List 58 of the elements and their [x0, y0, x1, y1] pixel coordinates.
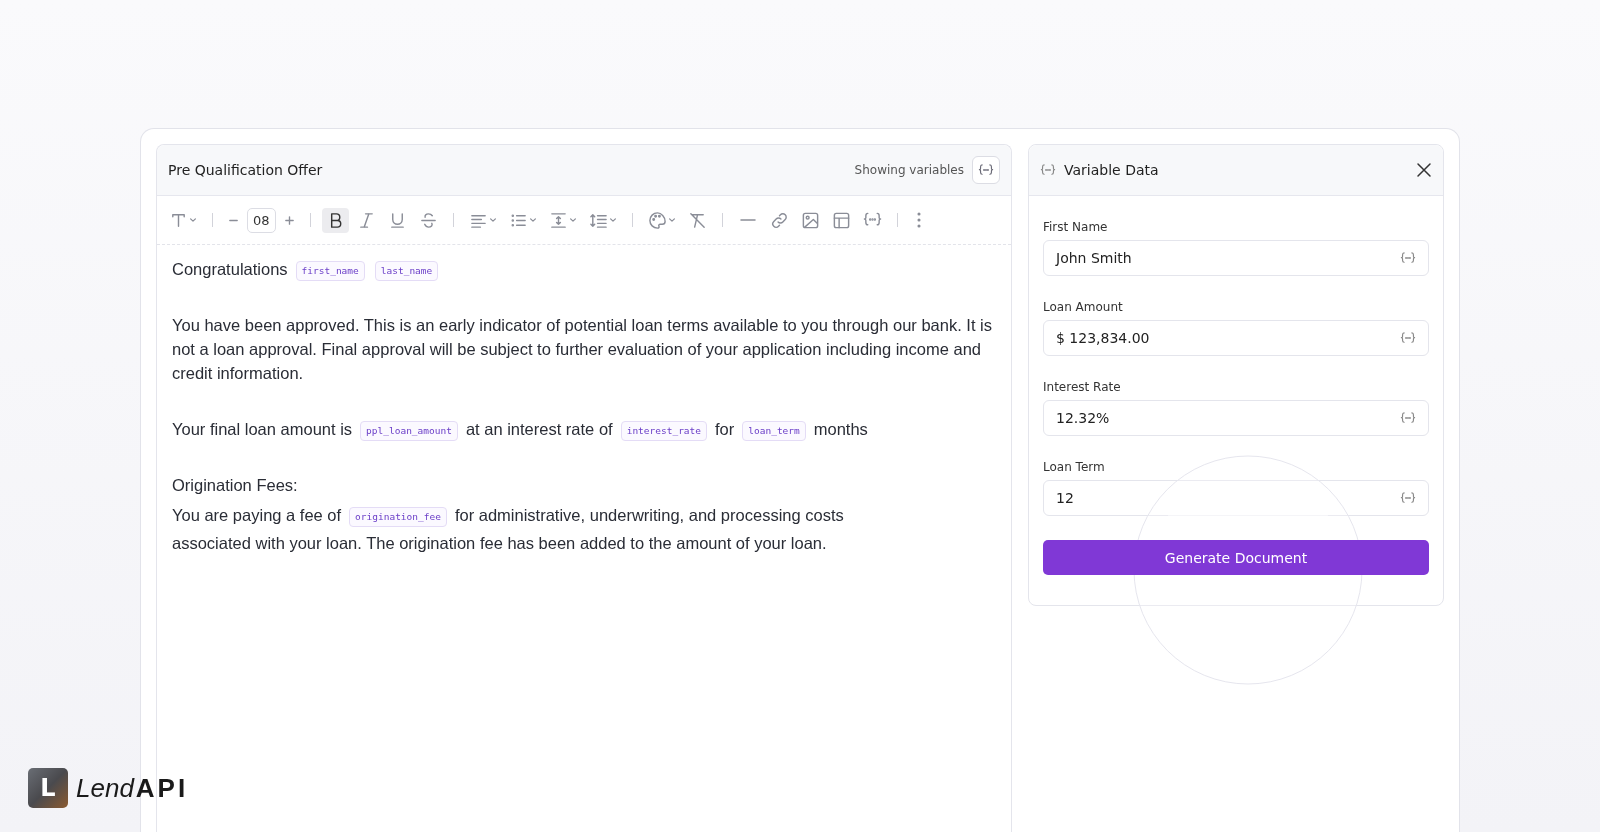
horizontal-rule-icon: [739, 218, 756, 222]
caret-icon: [189, 216, 197, 224]
paragraph-text: You are paying a fee of: [172, 506, 342, 524]
strikethrough-icon: [418, 210, 438, 230]
vertical-align-icon: [548, 210, 568, 230]
logo-word: API: [135, 772, 189, 804]
bold-button[interactable]: [321, 207, 349, 233]
palette-icon: [647, 210, 667, 230]
variable-icon: [1400, 331, 1416, 345]
variable-tag[interactable]: ppl_loan_amount: [360, 421, 458, 441]
variable-tag[interactable]: last_name: [374, 261, 439, 281]
logo-word: Lend: [76, 772, 134, 804]
paragraph-text: at an interest rate of: [465, 420, 613, 438]
variable-tag[interactable]: interest_rate: [620, 421, 707, 441]
input-field[interactable]: 12.32%: [1043, 400, 1429, 436]
paragraph-text: Congratulations: [172, 260, 288, 278]
link-icon: [769, 210, 789, 230]
caret-icon: [528, 216, 537, 224]
caret-icon: [667, 216, 676, 224]
panel-title: Variable Data: [1064, 162, 1160, 178]
paragraph-text: Your final loan amount is: [172, 420, 353, 438]
paragraph-text: You have been approved. This is an early indicator of potential loan terms available to you through our bank. It is not a loan approval. Final approval will be subject to further evaluation of your application including income and credit information.: [172, 316, 992, 382]
field-label: First Name: [1043, 220, 1109, 234]
caret-icon: [568, 216, 577, 224]
table-icon: [831, 210, 851, 230]
field-label: Loan Amount: [1043, 300, 1124, 314]
caret-icon: [488, 216, 497, 224]
variables-label: Showing variables: [854, 163, 964, 177]
image-icon: [800, 210, 820, 230]
close-icon: [1416, 162, 1432, 178]
variable-icon: [1040, 163, 1056, 177]
paragraph-text: for: [715, 420, 735, 438]
variable-tag[interactable]: origination_fee: [349, 507, 447, 527]
input-field[interactable]: John Smith: [1043, 240, 1429, 276]
input-field[interactable]: 12: [1043, 480, 1429, 516]
paragraph-text: for administrative, underwriting, and processing costs: [454, 506, 844, 524]
plus-icon: [283, 214, 295, 226]
variable-tag[interactable]: first_name: [295, 261, 365, 281]
document-title: Pre Qualification Offer: [168, 162, 324, 178]
more-icon: [916, 212, 921, 228]
variable-icon: [978, 163, 994, 177]
variable-tag[interactable]: loan_term: [742, 421, 806, 441]
variables-toggle[interactable]: [972, 156, 1000, 184]
variable-icon: [1400, 251, 1416, 265]
input-field[interactable]: $ 123,834.00: [1043, 320, 1429, 356]
caret-icon: [608, 216, 617, 224]
clear-format-icon: [687, 210, 707, 230]
logo-mark: L: [28, 768, 68, 808]
field-label: Interest Rate: [1043, 380, 1122, 394]
section-heading: Origination Fees:: [172, 476, 298, 494]
close-button[interactable]: [1416, 162, 1432, 178]
field-label: Loan Term: [1043, 460, 1106, 474]
variable-icon: [1400, 491, 1416, 505]
paragraph-text: months: [813, 420, 868, 438]
generate-button[interactable]: Generate Document: [1043, 540, 1429, 575]
paragraph-text: associated with your loan. The origination fee has been added to the amount of your loan.: [172, 533, 827, 554]
variable-icon: [1400, 411, 1416, 425]
font-size-field[interactable]: 08: [247, 207, 276, 233]
